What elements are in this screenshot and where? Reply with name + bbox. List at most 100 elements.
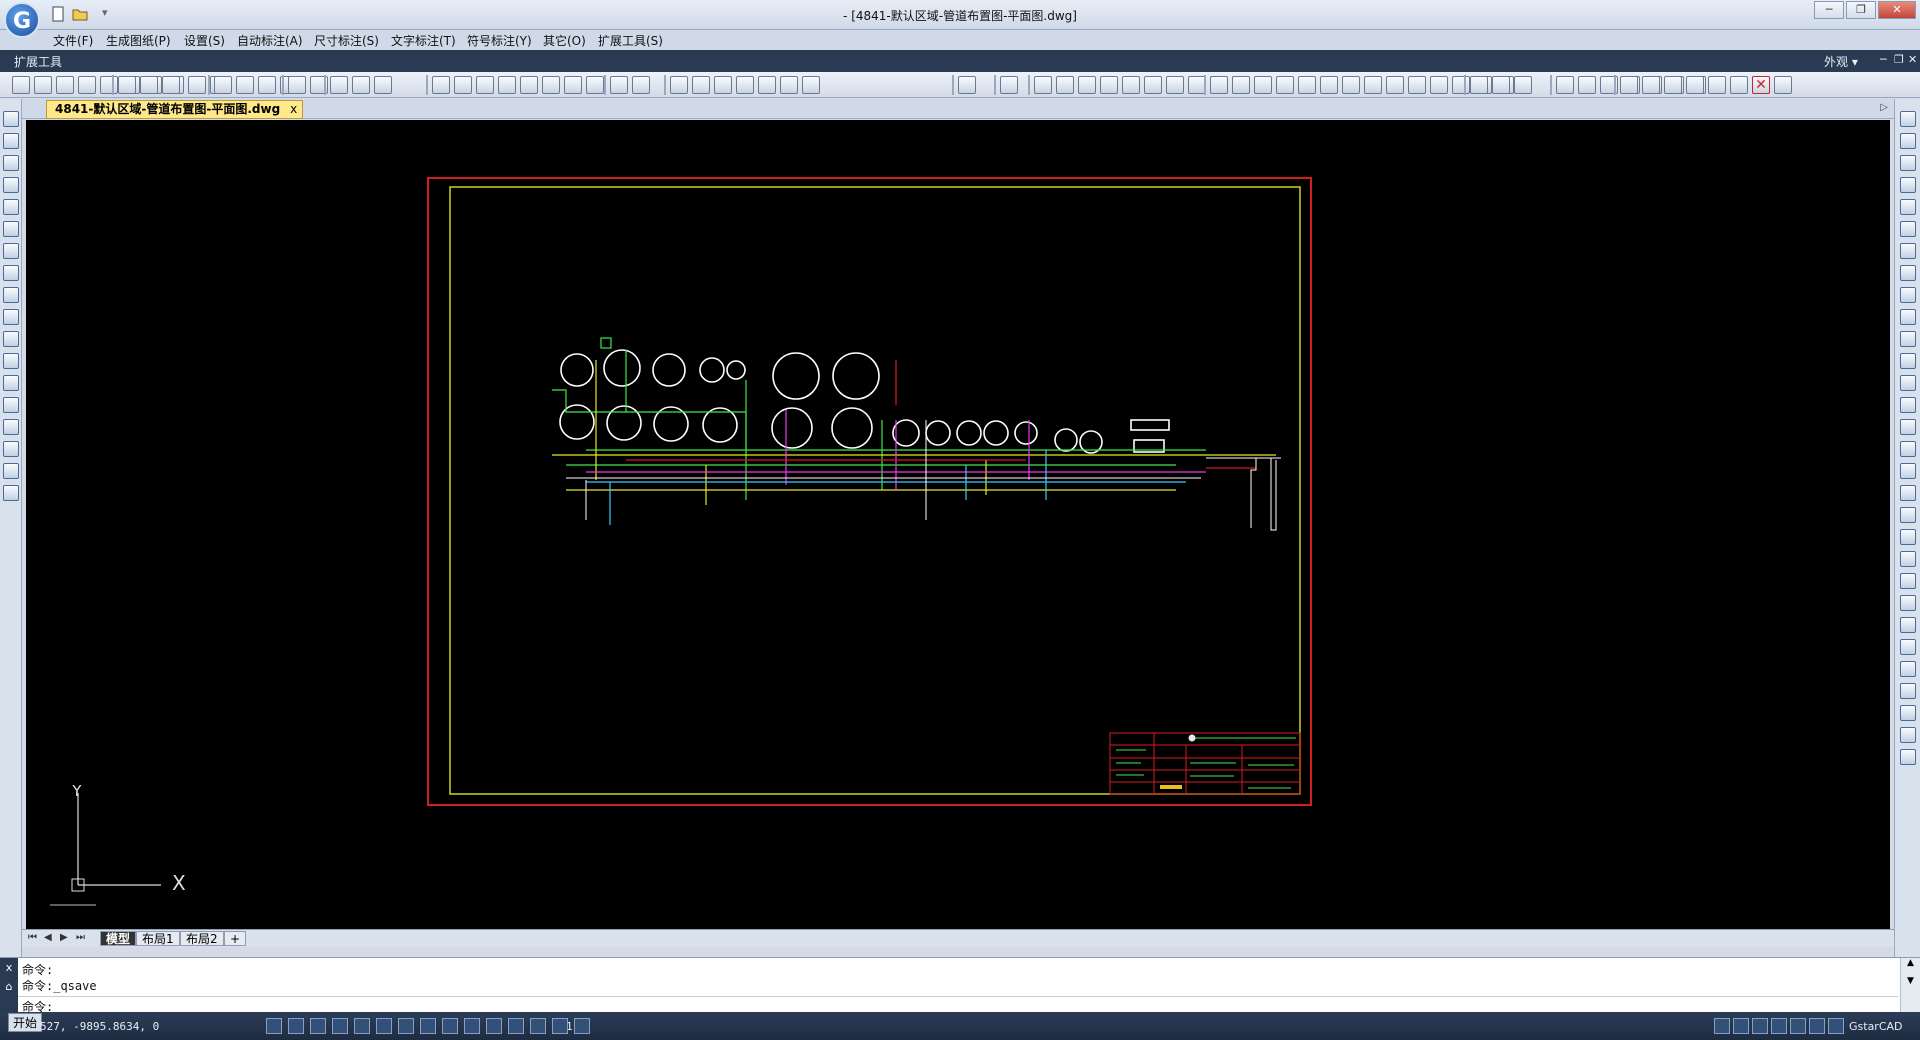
toolbar-tool-icon[interactable] xyxy=(586,76,604,94)
menu-other[interactable]: 其它(O) xyxy=(543,32,586,49)
toolbar-tool-icon[interactable] xyxy=(1556,76,1574,94)
menu-auto-annotate[interactable]: 自动标注(A) xyxy=(237,32,303,49)
toolbar-tool-icon[interactable] xyxy=(564,76,582,94)
toolbar-tool-icon[interactable] xyxy=(714,76,732,94)
toolbar-tool-icon[interactable] xyxy=(188,76,206,94)
toolbar-tool-icon[interactable] xyxy=(140,76,158,94)
ribbon-close-icon[interactable]: ✕ xyxy=(1908,53,1917,66)
toolbar-tool-icon[interactable] xyxy=(330,76,348,94)
modify-tool-icon[interactable] xyxy=(1900,419,1916,435)
appearance-menu[interactable]: 外观 ▾ xyxy=(1824,53,1858,70)
draw-tool-icon[interactable] xyxy=(3,353,19,369)
toolbar-tool-icon[interactable] xyxy=(374,76,392,94)
toolbar-tool-icon[interactable] xyxy=(1514,76,1532,94)
toolbar-tool-icon[interactable] xyxy=(1078,76,1096,94)
modify-tool-icon[interactable] xyxy=(1900,463,1916,479)
menu-file[interactable]: 文件(F) xyxy=(53,32,93,49)
first-layout-icon[interactable]: ⏮ xyxy=(28,932,37,943)
toolbar-tool-icon[interactable] xyxy=(1620,76,1638,94)
toolbar-tool-icon[interactable] xyxy=(288,76,306,94)
ribbon-restore-icon[interactable]: ❐ xyxy=(1894,53,1904,66)
menu-generate-drawings[interactable]: 生成图纸(P) xyxy=(106,32,171,49)
modify-tool-icon[interactable] xyxy=(1900,441,1916,457)
add-layout-tab[interactable]: + xyxy=(224,931,247,946)
document-tab[interactable]: 4841-默认区域-管道布置图-平面图.dwg x xyxy=(46,100,304,119)
next-layout-icon[interactable]: ▶ xyxy=(60,932,68,943)
draw-tool-icon[interactable] xyxy=(3,243,19,259)
modify-tool-icon[interactable] xyxy=(1900,397,1916,413)
menu-text-annotation[interactable]: 文字标注(T) xyxy=(391,32,456,49)
toolbar-tool-icon[interactable] xyxy=(1708,76,1726,94)
toolbar-tool-icon[interactable] xyxy=(758,76,776,94)
gstarcad-logo[interactable]: G xyxy=(4,2,40,38)
toolbar-tool-icon[interactable] xyxy=(1730,76,1748,94)
draw-tool-icon[interactable] xyxy=(3,463,19,479)
modify-tool-icon[interactable] xyxy=(1900,221,1916,237)
toolbar-tool-icon[interactable] xyxy=(1430,76,1448,94)
draw-tool-icon[interactable] xyxy=(3,441,19,457)
modify-tool-icon[interactable] xyxy=(1900,529,1916,545)
modify-tool-icon[interactable] xyxy=(1900,661,1916,677)
toolbar-tool-icon[interactable] xyxy=(1386,76,1404,94)
toolbar-tool-icon[interactable] xyxy=(1470,76,1488,94)
draw-tool-icon[interactable] xyxy=(3,419,19,435)
toolbar-tool-icon[interactable] xyxy=(34,76,52,94)
draw-tool-icon[interactable] xyxy=(3,111,19,127)
draw-tool-icon[interactable] xyxy=(3,155,19,171)
status-toggle-icon[interactable] xyxy=(420,1018,436,1034)
toolbar-tool-icon[interactable] xyxy=(1408,76,1426,94)
delete-tool-icon[interactable]: ✕ xyxy=(1752,76,1770,94)
toolbar-tool-icon[interactable] xyxy=(1578,76,1596,94)
status-tray-icon[interactable] xyxy=(1809,1018,1825,1034)
status-toggle-icon[interactable] xyxy=(376,1018,392,1034)
extension-tools-label[interactable]: 扩展工具 xyxy=(14,53,62,70)
pin-command-icon[interactable]: ⌂ xyxy=(0,980,18,993)
toolbar-tool-icon[interactable] xyxy=(1774,76,1792,94)
draw-tool-icon[interactable] xyxy=(3,397,19,413)
modify-tool-icon[interactable] xyxy=(1900,639,1916,655)
toolbar-tool-icon[interactable] xyxy=(1492,76,1510,94)
toolbar-tool-icon[interactable] xyxy=(1342,76,1360,94)
modify-tool-icon[interactable] xyxy=(1900,617,1916,633)
status-toggle-icon[interactable] xyxy=(354,1018,370,1034)
status-toggle-icon[interactable] xyxy=(310,1018,326,1034)
draw-tool-icon[interactable] xyxy=(3,287,19,303)
last-layout-icon[interactable]: ⏭ xyxy=(76,932,85,943)
modify-tool-icon[interactable] xyxy=(1900,133,1916,149)
ribbon-minimize-icon[interactable]: ─ xyxy=(1880,53,1887,66)
toolbar-tool-icon[interactable] xyxy=(118,76,136,94)
modify-tool-icon[interactable] xyxy=(1900,155,1916,171)
modify-tool-icon[interactable] xyxy=(1900,177,1916,193)
toolbar-tool-icon[interactable] xyxy=(214,76,232,94)
modify-tool-icon[interactable] xyxy=(1900,199,1916,215)
tab-scroll-right-icon[interactable]: ▷ xyxy=(1880,102,1888,113)
toolbar-tool-icon[interactable] xyxy=(236,76,254,94)
close-window-button[interactable]: ✕ xyxy=(1878,1,1916,19)
status-tray-icon[interactable] xyxy=(1752,1018,1768,1034)
toolbar-tool-icon[interactable] xyxy=(692,76,710,94)
menu-settings[interactable]: 设置(S) xyxy=(184,32,225,49)
status-toggle-icon[interactable] xyxy=(530,1018,546,1034)
toolbar-tool-icon[interactable] xyxy=(1000,76,1018,94)
toolbar-tool-icon[interactable] xyxy=(1320,76,1338,94)
toolbar-tool-icon[interactable] xyxy=(958,76,976,94)
modify-tool-icon[interactable] xyxy=(1900,749,1916,765)
toolbar-tool-icon[interactable] xyxy=(1452,76,1470,94)
draw-tool-icon[interactable] xyxy=(3,133,19,149)
toolbar-tool-icon[interactable] xyxy=(454,76,472,94)
toolbar-tool-icon[interactable] xyxy=(1298,76,1316,94)
status-toggle-icon[interactable] xyxy=(332,1018,348,1034)
status-toggle-icon[interactable] xyxy=(398,1018,414,1034)
toolbar-tool-icon[interactable] xyxy=(1144,76,1162,94)
tab-model[interactable]: 模型 xyxy=(100,931,137,946)
toolbar-tool-icon[interactable] xyxy=(352,76,370,94)
modify-tool-icon[interactable] xyxy=(1900,331,1916,347)
draw-tool-icon[interactable] xyxy=(3,331,19,347)
drawing-canvas[interactable]: Y X xyxy=(26,120,1890,939)
toolbar-tool-icon[interactable] xyxy=(432,76,450,94)
start-button[interactable]: 开始 xyxy=(8,1013,43,1032)
modify-tool-icon[interactable] xyxy=(1900,683,1916,699)
toolbar-tool-icon[interactable] xyxy=(1364,76,1382,94)
previous-layout-icon[interactable]: ◀ xyxy=(44,932,52,943)
draw-tool-icon[interactable] xyxy=(3,265,19,281)
